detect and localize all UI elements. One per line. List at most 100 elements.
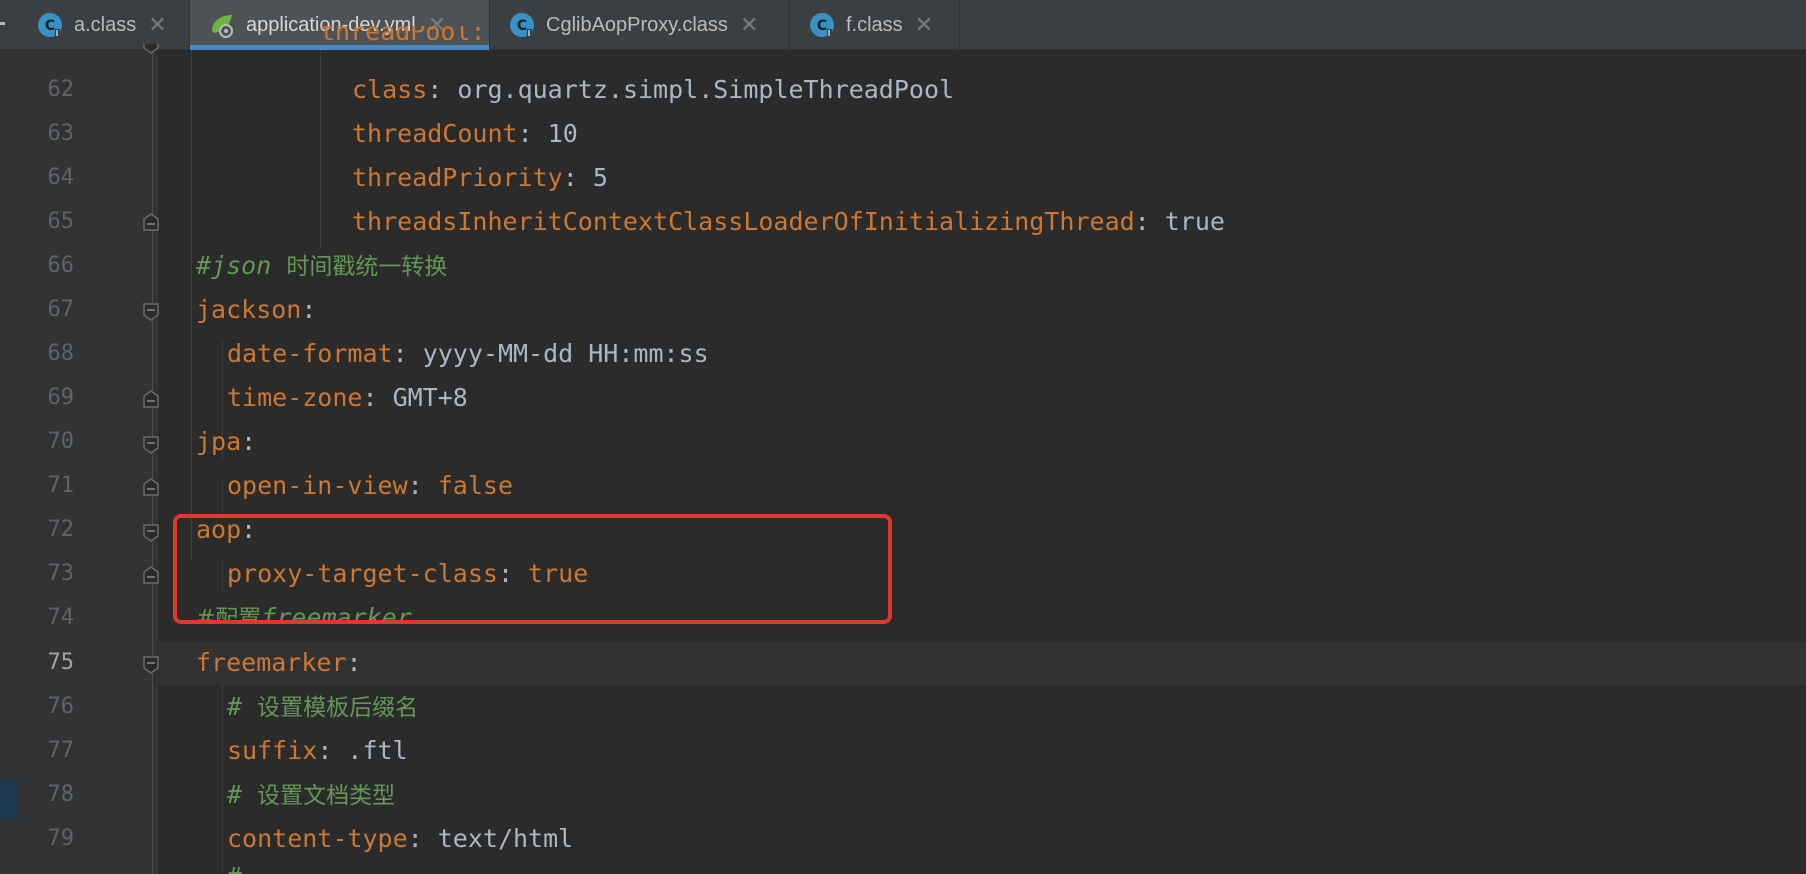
code-line[interactable]: # 设置文档类型	[227, 773, 395, 817]
yaml-colon: :	[427, 75, 458, 104]
yaml-colon: :	[407, 471, 438, 500]
line-number: 65	[47, 209, 75, 234]
line-number: 64	[47, 165, 75, 190]
yaml-colon: :	[317, 736, 348, 765]
yaml-value: text/html	[437, 824, 574, 853]
line-number: 67	[47, 297, 75, 322]
comment-text: 设置模板后缀名	[257, 695, 419, 721]
code-line[interactable]: freemarker:	[196, 641, 362, 685]
line-number: 62	[47, 77, 75, 102]
line-number: 66	[47, 253, 75, 278]
fold-end-marker[interactable]	[143, 478, 159, 496]
fold-end-marker[interactable]	[143, 213, 159, 231]
comment-prefix: #	[227, 692, 258, 721]
yaml-value: true	[1164, 207, 1225, 236]
tab-label: a.class	[74, 13, 137, 36]
line-number: 77	[47, 738, 75, 763]
indent-guide	[222, 685, 223, 874]
yaml-value: false	[437, 471, 513, 500]
indent-guide	[320, 50, 321, 250]
spring-yml-icon	[208, 11, 236, 39]
tab-label: f.class	[846, 13, 903, 36]
code-line[interactable]: content-type: text/html	[227, 817, 573, 861]
code-line[interactable]: jpa:	[196, 420, 256, 464]
line-number: 71	[47, 473, 75, 498]
comment-text: 设置文档类型	[257, 783, 396, 809]
code-line[interactable]: date-format: yyyy-MM-dd HH:mm:ss	[227, 332, 709, 376]
yaml-key: threadsInheritContextClassLoaderOfInitia…	[352, 207, 1135, 236]
tool-window-marker	[0, 781, 18, 819]
code-line-partial: threadPool:	[320, 26, 486, 46]
yaml-value: GMT+8	[392, 383, 468, 412]
tab-f-class[interactable]: C f.class ✕	[790, 0, 960, 50]
code-line[interactable]: #json 时间戳统一转换	[196, 244, 447, 288]
yaml-colon: :	[1134, 207, 1165, 236]
yaml-key: open-in-view	[227, 471, 408, 500]
code-line[interactable]: threadCount: 10	[352, 112, 578, 156]
line-number: 68	[47, 341, 75, 366]
svg-text:C: C	[817, 18, 827, 34]
class-icon: C	[508, 11, 536, 39]
tool-window-strip	[0, 50, 18, 874]
fold-start-marker[interactable]	[143, 656, 159, 674]
yaml-colon: :	[407, 824, 438, 853]
yaml-colon: :	[301, 295, 317, 324]
current-line-highlight	[158, 641, 1806, 685]
yaml-key: jackson	[196, 295, 302, 324]
yaml-key: class	[352, 75, 428, 104]
line-number: 69	[47, 385, 75, 410]
yaml-key: suffix	[227, 736, 318, 765]
line-number: 73	[47, 561, 75, 586]
line-number	[18, 28, 74, 50]
yaml-value: yyyy-MM-dd HH:mm:ss	[422, 339, 709, 368]
line-number: 72	[47, 517, 75, 542]
yaml-key: date-format	[227, 339, 393, 368]
yaml-key: content-type	[227, 824, 408, 853]
tab-cglibaopproxy-class[interactable]: C CglibAopProxy.class ✕	[490, 0, 790, 50]
annotation-highlight-box	[173, 514, 892, 624]
code-line[interactable]: class: org.quartz.simpl.SimpleThreadPool	[352, 68, 954, 112]
yaml-colon: :	[562, 163, 593, 192]
fold-start-marker[interactable]	[143, 524, 159, 542]
yaml-colon: :	[346, 648, 362, 677]
code-line[interactable]: threadsInheritContextClassLoaderOfInitia…	[352, 200, 1225, 244]
line-number: 78	[47, 782, 75, 807]
line-number: 70	[47, 429, 75, 454]
line-number: 79	[47, 826, 75, 851]
code-line-partial: #	[227, 862, 242, 874]
code-line[interactable]: # 设置模板后缀名	[227, 685, 418, 729]
fold-start-marker[interactable]	[143, 436, 159, 454]
fold-guide-line	[152, 50, 153, 874]
class-icon: C	[808, 11, 836, 39]
code-line[interactable]: jackson:	[196, 288, 316, 332]
close-icon[interactable]: ✕	[740, 13, 758, 38]
code-line[interactable]: time-zone: GMT+8	[227, 376, 468, 420]
yaml-value: org.quartz.simpl.SimpleThreadPool	[457, 75, 955, 104]
code-line[interactable]: threadPriority: 5	[352, 156, 608, 200]
yaml-colon: :	[517, 119, 548, 148]
yaml-value: 10	[547, 119, 578, 148]
fold-start-marker[interactable]	[143, 44, 159, 60]
code-line[interactable]: suffix: .ftl	[227, 729, 408, 773]
close-icon[interactable]: ✕	[915, 13, 933, 38]
fold-start-marker[interactable]	[143, 303, 159, 321]
yaml-key: jpa	[196, 427, 242, 456]
comment-text: 时间戳统一转换	[286, 254, 448, 280]
yaml-value: .ftl	[347, 736, 408, 765]
tab-label: CglibAopProxy.class	[546, 13, 728, 36]
close-icon[interactable]: ✕	[148, 13, 166, 38]
code-line[interactable]: open-in-view: false	[227, 464, 513, 508]
yaml-key: time-zone	[227, 383, 363, 412]
yaml-value: 5	[592, 163, 608, 192]
tab-bar-overflow-marker	[0, 22, 5, 25]
svg-text:C: C	[517, 18, 527, 34]
yaml-colon: :	[392, 339, 423, 368]
yaml-key: threadCount	[352, 119, 518, 148]
yaml-key: freemarker	[196, 648, 347, 677]
yaml-key: threadPriority	[352, 163, 563, 192]
comment-prefix: #	[227, 780, 258, 809]
fold-end-marker[interactable]	[143, 390, 159, 408]
indent-guide	[191, 50, 192, 562]
line-number-current: 75	[47, 650, 75, 675]
fold-end-marker[interactable]	[143, 566, 159, 584]
